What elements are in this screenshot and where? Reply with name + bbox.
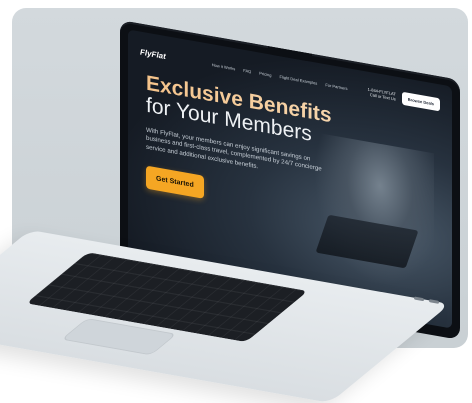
nav-link-partners[interactable]: For Partners <box>325 82 347 91</box>
port-icon <box>414 296 424 302</box>
nav-link-flight-deals[interactable]: Flight Deal Examples <box>280 74 318 86</box>
nav-link-pricing[interactable]: Pricing <box>259 70 271 77</box>
laptop-mockup: FlyFlat How it Works FAQ Pricing Flight … <box>0 0 472 403</box>
site-logo[interactable]: FlyFlat <box>140 47 166 61</box>
nav-right: 1-844-FLYFLAT Call or Text Us Browse Dea… <box>368 85 440 111</box>
nav-link-faq[interactable]: FAQ <box>243 67 251 73</box>
hero-section: Exclusive Benefits for Your Members With… <box>146 72 346 224</box>
port-icon <box>429 299 439 304</box>
get-started-button[interactable]: Get Started <box>146 165 204 199</box>
browse-deals-button[interactable]: Browse Deals <box>401 91 440 111</box>
nav-link-how-it-works[interactable]: How it Works <box>212 62 235 71</box>
nav-phone[interactable]: 1-844-FLYFLAT Call or Text Us <box>368 87 396 102</box>
